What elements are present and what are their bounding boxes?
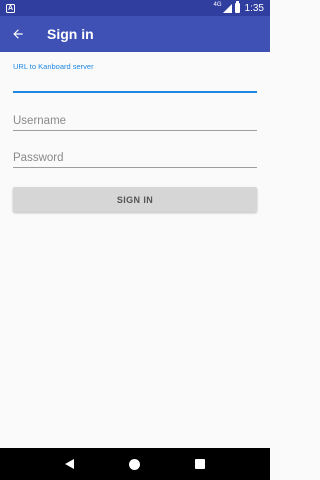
signin-button[interactable]: SIGN IN xyxy=(13,187,257,212)
notification-icon: A xyxy=(6,3,15,13)
battery-icon xyxy=(234,1,240,13)
network-label: 4G xyxy=(213,2,222,8)
url-field-label: URL to Kanboard server xyxy=(13,62,94,71)
back-button[interactable] xyxy=(0,16,36,52)
nav-home-icon[interactable] xyxy=(128,458,140,470)
url-field[interactable] xyxy=(13,71,257,91)
username-field[interactable]: Username xyxy=(13,112,257,130)
url-field-underline xyxy=(13,91,257,93)
nav-back-icon[interactable] xyxy=(65,459,75,469)
signal-icon xyxy=(222,3,232,13)
navigation-bar xyxy=(0,448,270,480)
password-field-underline xyxy=(13,167,257,168)
username-field-underline xyxy=(13,130,257,131)
arrow-left-icon xyxy=(13,29,23,39)
status-left: A xyxy=(6,3,15,13)
password-field-group[interactable]: Password xyxy=(13,149,257,168)
nav-recents-icon[interactable] xyxy=(194,459,205,469)
password-field[interactable]: Password xyxy=(13,149,257,167)
page-title: Sign in xyxy=(47,26,94,42)
status-right: 4G 1:35 xyxy=(213,1,264,14)
status-time: 1:35 xyxy=(244,2,264,14)
status-bar: A 4G 1:35 xyxy=(0,0,270,16)
app-bar: Sign in xyxy=(0,16,270,52)
username-field-group[interactable]: Username xyxy=(13,112,257,131)
url-field-group: URL to Kanboard server xyxy=(13,62,257,93)
